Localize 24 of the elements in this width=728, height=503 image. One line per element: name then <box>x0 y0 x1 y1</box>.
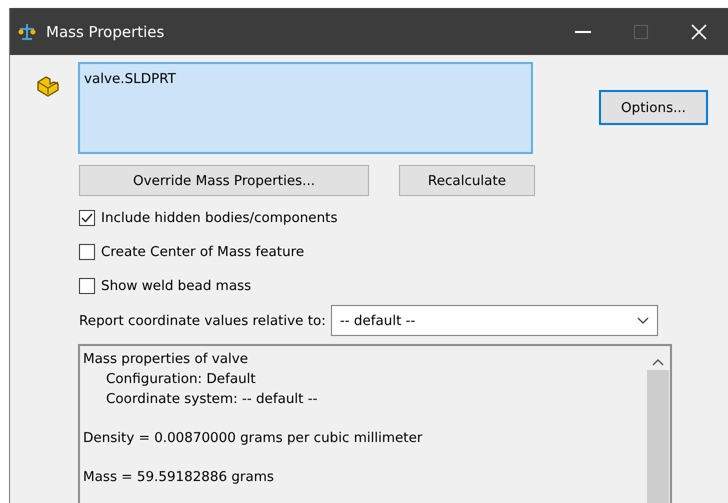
list-item[interactable]: valve.SLDPRT <box>84 71 176 87</box>
checkbox[interactable] <box>79 210 95 226</box>
options-button[interactable]: Options... <box>599 90 708 125</box>
checkbox[interactable] <box>79 244 95 260</box>
result-line: Coordinate system: -- default -- <box>105 390 319 409</box>
checkbox-label[interactable]: Include hidden bodies/components <box>101 210 338 226</box>
result-line: Density = 0.00870000 grams per cubic millimeter <box>83 429 424 448</box>
field-label: Report coordinate values relative to: <box>79 312 326 328</box>
result-line: Mass = 59.59182886 grams <box>83 468 275 487</box>
checkbox[interactable] <box>79 278 95 294</box>
coordinate-dropdown[interactable]: -- default -- <box>330 305 658 336</box>
selection-list[interactable]: valve.SLDPRT <box>78 62 533 154</box>
result-line: Configuration: Default <box>105 370 257 389</box>
recalculate-button[interactable]: Recalculate <box>399 165 535 196</box>
scrollbar-thumb[interactable] <box>647 370 669 503</box>
window-title: Mass Properties <box>46 22 166 40</box>
close-icon[interactable] <box>691 24 707 40</box>
scroll-up-icon[interactable] <box>652 358 664 366</box>
checkbox-label[interactable]: Create Center of Mass feature <box>101 244 304 260</box>
checkbox-label[interactable]: Show weld bead mass <box>101 278 252 294</box>
minimize-icon[interactable] <box>575 30 591 32</box>
override-button[interactable]: Override Mass Properties... <box>79 165 369 196</box>
result-line: Mass properties of valve <box>83 350 250 369</box>
chevron-down-icon <box>636 317 649 324</box>
